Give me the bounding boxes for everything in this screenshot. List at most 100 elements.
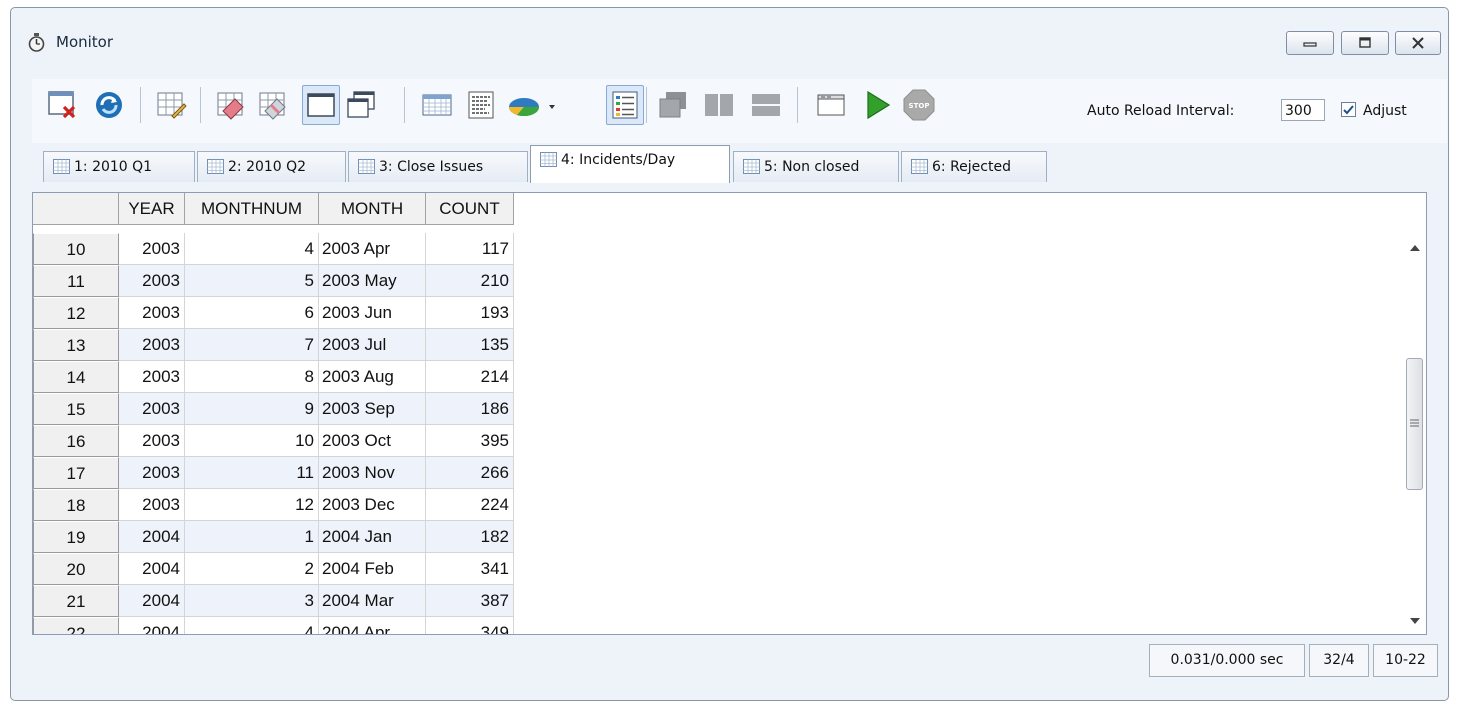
month-cell[interactable]: 2003 Jul bbox=[319, 329, 426, 361]
row-number[interactable]: 11 bbox=[33, 265, 119, 297]
vertical-scrollbar[interactable] bbox=[1404, 233, 1426, 634]
column-header-month[interactable]: MONTH bbox=[319, 193, 426, 225]
eraser-grid-button[interactable] bbox=[254, 85, 292, 125]
tab-incidents-per-day[interactable]: 4: Incidents/Day bbox=[530, 145, 730, 183]
monthnum-cell[interactable]: 10 bbox=[185, 425, 319, 457]
row-number[interactable]: 22 bbox=[33, 617, 119, 634]
monthnum-cell[interactable]: 11 bbox=[185, 457, 319, 489]
count-cell[interactable]: 395 bbox=[426, 425, 514, 457]
year-cell[interactable]: 2004 bbox=[119, 585, 185, 617]
monthnum-cell[interactable]: 12 bbox=[185, 489, 319, 521]
minimize-button[interactable] bbox=[1286, 31, 1334, 55]
text-view-button[interactable] bbox=[462, 85, 500, 125]
month-cell[interactable]: 2004 Feb bbox=[319, 553, 426, 585]
year-cell[interactable]: 2003 bbox=[119, 361, 185, 393]
chart-button[interactable] bbox=[504, 85, 562, 125]
row-number[interactable]: 10 bbox=[33, 233, 119, 265]
month-cell[interactable]: 2003 Nov bbox=[319, 457, 426, 489]
year-cell[interactable]: 2004 bbox=[119, 617, 185, 634]
count-cell[interactable]: 387 bbox=[426, 585, 514, 617]
month-cell[interactable]: 2004 Mar bbox=[319, 585, 426, 617]
month-cell[interactable]: 2003 Apr bbox=[319, 233, 426, 265]
row-number[interactable]: 13 bbox=[33, 329, 119, 361]
year-cell[interactable]: 2003 bbox=[119, 393, 185, 425]
table-row[interactable]: 14 2003 8 2003 Aug 214 bbox=[33, 361, 514, 393]
auto-reload-interval-input[interactable] bbox=[1281, 99, 1325, 121]
monthnum-cell[interactable]: 1 bbox=[185, 521, 319, 553]
year-cell[interactable]: 2003 bbox=[119, 297, 185, 329]
window-button[interactable] bbox=[812, 85, 850, 125]
month-cell[interactable]: 2004 Jan bbox=[319, 521, 426, 553]
table-row[interactable]: 12 2003 6 2003 Jun 193 bbox=[33, 297, 514, 329]
row-number[interactable]: 14 bbox=[33, 361, 119, 393]
table-row[interactable]: 20 2004 2 2004 Feb 341 bbox=[33, 553, 514, 585]
count-cell[interactable]: 349 bbox=[426, 617, 514, 634]
row-number[interactable]: 18 bbox=[33, 489, 119, 521]
monthnum-cell[interactable]: 8 bbox=[185, 361, 319, 393]
table-row[interactable]: 19 2004 1 2004 Jan 182 bbox=[33, 521, 514, 553]
count-cell[interactable]: 186 bbox=[426, 393, 514, 425]
year-cell[interactable]: 2003 bbox=[119, 425, 185, 457]
row-number[interactable]: 17 bbox=[33, 457, 119, 489]
month-cell[interactable]: 2004 Apr bbox=[319, 617, 426, 634]
list-view-button[interactable] bbox=[606, 85, 644, 125]
year-cell[interactable]: 2003 bbox=[119, 329, 185, 361]
run-button[interactable] bbox=[858, 85, 896, 125]
count-cell[interactable]: 117 bbox=[426, 233, 514, 265]
column-header-monthnum[interactable]: MONTHNUM bbox=[185, 193, 319, 225]
tab-2010-q1[interactable]: 1: 2010 Q1 bbox=[43, 151, 195, 182]
table-row[interactable]: 15 2003 9 2003 Sep 186 bbox=[33, 393, 514, 425]
month-cell[interactable]: 2003 Sep bbox=[319, 393, 426, 425]
table-row[interactable]: 22 2004 4 2004 Apr 349 bbox=[33, 617, 514, 634]
close-button[interactable] bbox=[1395, 31, 1441, 55]
count-cell[interactable]: 266 bbox=[426, 457, 514, 489]
table-row[interactable]: 11 2003 5 2003 May 210 bbox=[33, 265, 514, 297]
column-header-count[interactable]: COUNT bbox=[426, 193, 514, 225]
count-cell[interactable]: 214 bbox=[426, 361, 514, 393]
table-row[interactable]: 21 2004 3 2004 Mar 387 bbox=[33, 585, 514, 617]
column-header-year[interactable]: YEAR bbox=[119, 193, 185, 225]
row-number[interactable]: 20 bbox=[33, 553, 119, 585]
month-cell[interactable]: 2003 Dec bbox=[319, 489, 426, 521]
edit-grid-button[interactable] bbox=[152, 85, 190, 125]
tab-2010-q2[interactable]: 2: 2010 Q2 bbox=[197, 151, 346, 182]
monthnum-cell[interactable]: 9 bbox=[185, 393, 319, 425]
monthnum-cell[interactable]: 4 bbox=[185, 233, 319, 265]
tab-close-issues[interactable]: 3: Close Issues bbox=[348, 151, 528, 182]
year-cell[interactable]: 2003 bbox=[119, 457, 185, 489]
row-number[interactable]: 19 bbox=[33, 521, 119, 553]
maximize-button[interactable] bbox=[1341, 31, 1389, 55]
count-cell[interactable]: 135 bbox=[426, 329, 514, 361]
monthnum-cell[interactable]: 5 bbox=[185, 265, 319, 297]
close-query-button[interactable] bbox=[44, 85, 82, 125]
monthnum-cell[interactable]: 7 bbox=[185, 329, 319, 361]
month-cell[interactable]: 2003 Oct bbox=[319, 425, 426, 457]
table-row[interactable]: 13 2003 7 2003 Jul 135 bbox=[33, 329, 514, 361]
year-cell[interactable]: 2004 bbox=[119, 521, 185, 553]
table-view-button[interactable] bbox=[418, 85, 456, 125]
monthnum-cell[interactable]: 2 bbox=[185, 553, 319, 585]
monthnum-cell[interactable]: 4 bbox=[185, 617, 319, 634]
refresh-button[interactable] bbox=[90, 85, 128, 125]
month-cell[interactable]: 2003 Aug bbox=[319, 361, 426, 393]
scrollbar-thumb[interactable] bbox=[1406, 358, 1423, 490]
count-cell[interactable]: 224 bbox=[426, 489, 514, 521]
monthnum-cell[interactable]: 3 bbox=[185, 585, 319, 617]
count-cell[interactable]: 210 bbox=[426, 265, 514, 297]
tab-rejected[interactable]: 6: Rejected bbox=[901, 151, 1047, 182]
row-number[interactable]: 15 bbox=[33, 393, 119, 425]
year-cell[interactable]: 2003 bbox=[119, 265, 185, 297]
tab-non-closed[interactable]: 5: Non closed bbox=[733, 151, 899, 182]
year-cell[interactable]: 2003 bbox=[119, 233, 185, 265]
row-number[interactable]: 16 bbox=[33, 425, 119, 457]
row-number[interactable]: 12 bbox=[33, 297, 119, 329]
table-row[interactable]: 16 2003 10 2003 Oct 395 bbox=[33, 425, 514, 457]
adjust-checkbox[interactable] bbox=[1341, 102, 1356, 117]
count-cell[interactable]: 341 bbox=[426, 553, 514, 585]
month-cell[interactable]: 2003 Jun bbox=[319, 297, 426, 329]
eraser-button[interactable] bbox=[212, 85, 250, 125]
table-row[interactable]: 17 2003 11 2003 Nov 266 bbox=[33, 457, 514, 489]
row-number[interactable]: 21 bbox=[33, 585, 119, 617]
month-cell[interactable]: 2003 May bbox=[319, 265, 426, 297]
count-cell[interactable]: 182 bbox=[426, 521, 514, 553]
